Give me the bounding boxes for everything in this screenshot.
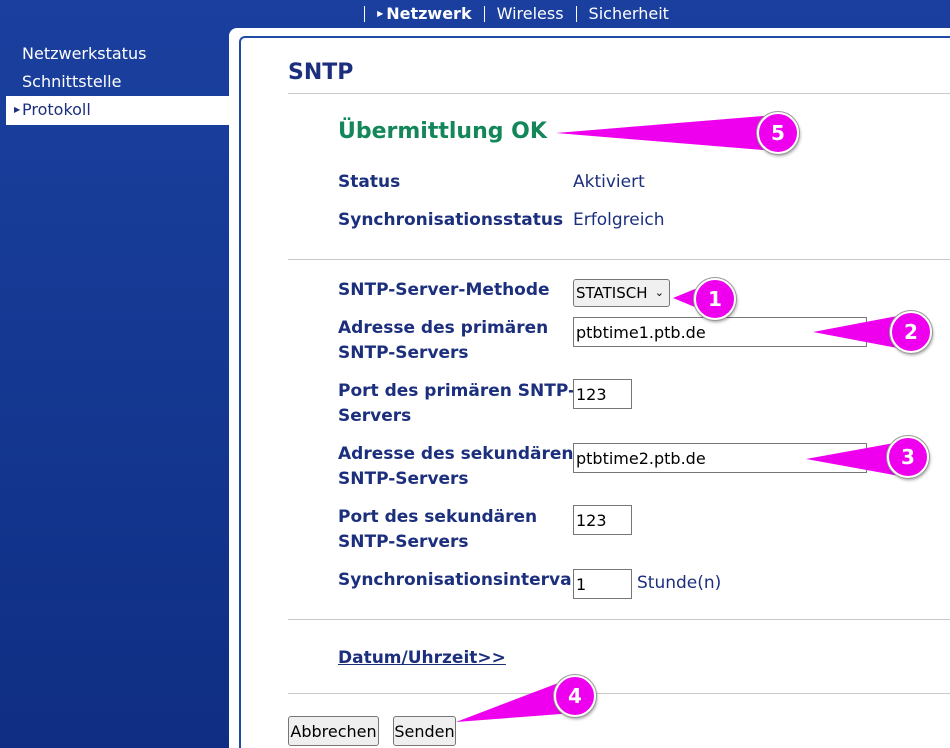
divider: [288, 259, 950, 260]
tab-active-arrow-icon: ▶: [377, 9, 384, 19]
callout-badge-4: 4: [554, 675, 596, 717]
interval-input[interactable]: [573, 569, 632, 599]
cancel-button[interactable]: Abbrechen: [288, 716, 379, 746]
status-label: Status: [338, 172, 401, 192]
method-label: SNTP-Server-Methode: [338, 280, 550, 300]
tab-netzwerk-label: Netzwerk: [386, 3, 472, 23]
status-value: Aktiviert: [573, 172, 645, 192]
chevron-down-icon: ⌄: [654, 286, 664, 299]
secondary-port-label-line1: Port des sekundären: [338, 507, 538, 527]
divider: [288, 693, 950, 694]
sidebar-active-arrow-icon: ▶: [14, 105, 21, 114]
callout-badge-5: 5: [757, 112, 799, 154]
callout-badge-1: 1: [694, 278, 736, 320]
primary-address-input[interactable]: [573, 317, 867, 347]
primary-port-input[interactable]: [573, 379, 632, 409]
secondary-port-input[interactable]: [573, 505, 632, 535]
sidebar-item-protokoll-label: Protokoll: [22, 100, 91, 119]
divider: [288, 93, 950, 94]
secondary-address-label-line2: SNTP-Servers: [338, 469, 469, 489]
secondary-address-label-line1: Adresse des sekundären: [338, 444, 574, 464]
secondary-port-label-line2: SNTP-Servers: [338, 532, 469, 552]
top-navigation: ▶ Netzwerk Wireless Sicherheit: [0, 0, 950, 28]
primary-port-label-line1: Port des primären SNTP-: [338, 381, 576, 401]
secondary-port-label: Port des sekundären SNTP-Servers: [338, 505, 537, 555]
send-button[interactable]: Senden: [393, 716, 456, 746]
sync-status-label: Synchronisationsstatus: [338, 210, 564, 230]
divider: [288, 619, 950, 620]
method-select[interactable]: STATISCH ⌄: [573, 279, 670, 307]
interval-label: Synchronisationsintervall: [338, 570, 584, 590]
callout-badge-3: 3: [887, 436, 929, 478]
sidebar-item-schnittstelle[interactable]: Schnittstelle: [0, 68, 230, 96]
tab-netzwerk[interactable]: ▶ Netzwerk: [364, 3, 484, 23]
success-message: Übermittlung OK: [338, 119, 547, 144]
sidebar-item-netzwerkstatus[interactable]: Netzwerkstatus: [0, 40, 230, 68]
interval-unit: Stunde(n): [637, 573, 722, 593]
primary-address-label-line2: SNTP-Servers: [338, 343, 469, 363]
method-select-value: STATISCH: [576, 284, 648, 302]
primary-port-label: Port des primären SNTP- Servers: [338, 379, 575, 429]
tab-sicherheit[interactable]: Sicherheit: [575, 6, 681, 22]
secondary-address-input[interactable]: [573, 443, 867, 473]
sidebar-item-protokoll[interactable]: ▶ Protokoll: [6, 96, 230, 125]
primary-address-label: Adresse des primären SNTP-Servers: [338, 316, 548, 366]
page-title: SNTP: [288, 60, 354, 85]
datetime-link[interactable]: Datum/Uhrzeit>>: [338, 648, 506, 668]
sidebar: Netzwerkstatus Schnittstelle ▶ Protokoll: [0, 40, 230, 125]
secondary-address-label: Adresse des sekundären SNTP-Servers: [338, 442, 573, 492]
sync-status-value: Erfolgreich: [573, 210, 665, 230]
callout-badge-2: 2: [890, 311, 932, 353]
tab-wireless[interactable]: Wireless: [483, 6, 576, 22]
primary-port-label-line2: Servers: [338, 406, 412, 426]
primary-address-label-line1: Adresse des primären: [338, 318, 549, 338]
